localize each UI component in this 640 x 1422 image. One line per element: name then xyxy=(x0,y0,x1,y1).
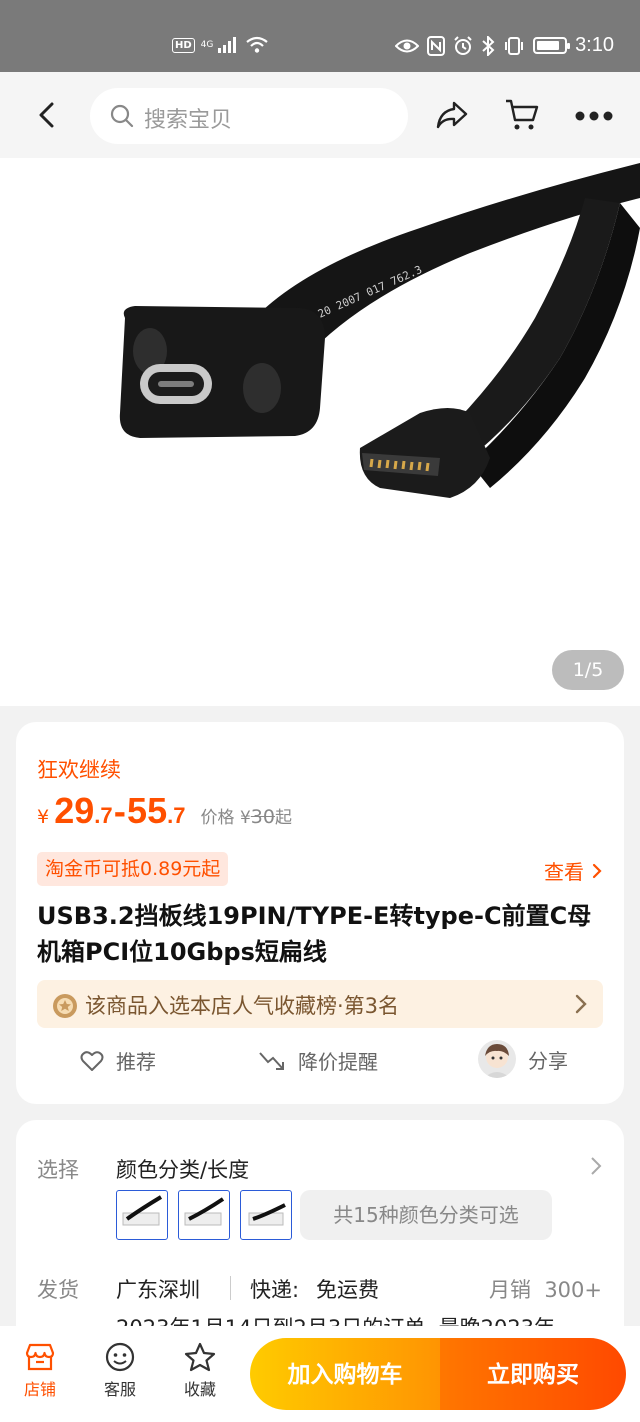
system-indicators: 3:10 xyxy=(395,34,614,57)
promo-tag: 狂欢继续 xyxy=(37,758,121,782)
top-nav-bar: 搜索宝贝 xyxy=(0,72,640,158)
favorite-label: 收藏 xyxy=(183,1380,216,1399)
buy-now-button[interactable]: 立即购买 xyxy=(440,1338,626,1410)
share-icon[interactable] xyxy=(434,98,470,132)
check-coin-link[interactable]: 查看 xyxy=(544,856,602,885)
price-high-dec: .7 xyxy=(167,803,186,828)
eye-icon xyxy=(395,39,420,52)
vibrate-icon xyxy=(505,36,524,55)
original-price-value: 30 xyxy=(250,806,275,828)
back-icon[interactable] xyxy=(32,98,62,132)
price-dash: - xyxy=(113,796,127,831)
hd-badge: HD xyxy=(172,37,195,53)
product-actions: 推荐 降价提醒 分享 xyxy=(16,1040,624,1086)
recommend-button[interactable]: 推荐 xyxy=(80,1046,156,1075)
store-rank-banner[interactable]: 该商品入选本店人气收藏榜·第3名 xyxy=(37,980,603,1028)
nfc-icon xyxy=(427,35,446,56)
share-label: 分享 xyxy=(528,1048,568,1073)
star-icon xyxy=(184,1342,216,1372)
share-button[interactable]: 分享 xyxy=(478,1040,568,1078)
battery-icon xyxy=(533,37,571,54)
price-low-int: 29 xyxy=(54,790,95,831)
recommend-label: 推荐 xyxy=(116,1050,156,1074)
favorite-tab[interactable]: 收藏 xyxy=(170,1342,230,1400)
variant-selector-title[interactable]: 颜色分类/长度 xyxy=(116,1154,249,1184)
chevron-right-icon xyxy=(592,863,602,878)
medal-icon xyxy=(53,994,77,1018)
variant-thumbnail[interactable] xyxy=(116,1190,168,1240)
avatar xyxy=(478,1040,516,1078)
variant-thumbnail-image xyxy=(248,1203,286,1226)
monthly-sales: 月销 300+ xyxy=(489,1274,602,1304)
wifi-icon xyxy=(246,36,269,53)
monthly-sales-value: 300+ xyxy=(544,1278,602,1302)
product-info-card: 狂欢继续 ¥ 29.7-55.7 价格 ¥30起 淘金币可抵0.89元起 查看 … xyxy=(16,722,624,1104)
original-currency: ¥ xyxy=(239,808,251,828)
cart-icon[interactable] xyxy=(504,98,540,132)
store-label: 店铺 xyxy=(23,1380,56,1399)
network-indicators: HD 4G xyxy=(172,36,269,54)
avatar-icon xyxy=(484,1044,510,1078)
customer-service-icon xyxy=(105,1342,135,1372)
customer-service-label: 客服 xyxy=(103,1380,136,1399)
ship-method: 快递: xyxy=(250,1278,300,1302)
network-type: 4G xyxy=(200,40,214,50)
product-photo: 20 2007 017 762.3 xyxy=(119,163,640,498)
coin-discount-badge: 淘金币可抵0.89元起 xyxy=(37,852,229,886)
search-icon xyxy=(110,104,134,128)
original-price-suffix: 起 xyxy=(274,808,292,828)
price-range: ¥ 29.7-55.7 价格 ¥30起 xyxy=(37,790,292,834)
customer-service-tab[interactable]: 客服 xyxy=(90,1342,150,1400)
variant-thumbnail-image xyxy=(184,1197,225,1226)
price-alert-label: 降价提醒 xyxy=(298,1050,378,1074)
variant-thumbnail[interactable] xyxy=(240,1190,292,1240)
variant-thumbnails xyxy=(116,1190,292,1240)
heart-icon xyxy=(80,1050,104,1071)
more-icon[interactable] xyxy=(574,110,614,122)
monthly-sales-label: 月销 xyxy=(488,1278,531,1302)
original-price: 价格 ¥30起 xyxy=(201,803,292,828)
image-counter: 1/5 xyxy=(552,650,624,690)
rank-text: 该商品入选本店人气收藏榜·第3名 xyxy=(85,994,400,1018)
clock: 3:10 xyxy=(575,34,614,56)
product-title: USB3.2挡板线19PIN/TYPE-E转type-C前置C母机箱PCI位10… xyxy=(37,902,592,966)
variant-thumbnail[interactable] xyxy=(178,1190,230,1240)
product-image-gallery[interactable]: 20 2007 017 762.3 1/5 xyxy=(0,158,640,706)
bottom-action-bar: 店铺 客服 收藏 加入购物车 立即购买 xyxy=(0,1326,640,1422)
divider xyxy=(230,1276,231,1300)
currency-symbol: ¥ xyxy=(37,806,50,828)
variant-thumbnail-image xyxy=(122,1195,163,1226)
trend-down-icon xyxy=(259,1051,284,1070)
ship-origin: 广东深圳 xyxy=(116,1278,200,1302)
ship-fee: 免运费 xyxy=(316,1278,379,1302)
ship-label: 发货 xyxy=(37,1278,79,1302)
variant-count-button[interactable]: 共15种颜色分类可选 xyxy=(300,1190,552,1240)
search-input[interactable]: 搜索宝贝 xyxy=(90,88,408,144)
status-bar: HD 4G 3:10 xyxy=(0,0,640,72)
bluetooth-icon xyxy=(482,35,495,56)
alarm-icon xyxy=(454,35,472,55)
chevron-right-icon[interactable] xyxy=(590,1156,602,1176)
signal-icon xyxy=(218,37,237,53)
original-price-label: 价格 xyxy=(200,808,235,828)
check-link-label: 查看 xyxy=(544,860,584,884)
store-tab[interactable]: 店铺 xyxy=(10,1342,70,1400)
chevron-right-icon xyxy=(575,994,587,1014)
store-icon xyxy=(25,1343,55,1371)
price-low-dec: .7 xyxy=(94,803,113,828)
price-alert-button[interactable]: 降价提醒 xyxy=(258,1046,378,1075)
search-placeholder: 搜索宝贝 xyxy=(144,108,233,133)
add-to-cart-button[interactable]: 加入购物车 xyxy=(250,1338,440,1410)
price-high-int: 55 xyxy=(127,790,168,831)
select-label: 选择 xyxy=(37,1158,79,1182)
